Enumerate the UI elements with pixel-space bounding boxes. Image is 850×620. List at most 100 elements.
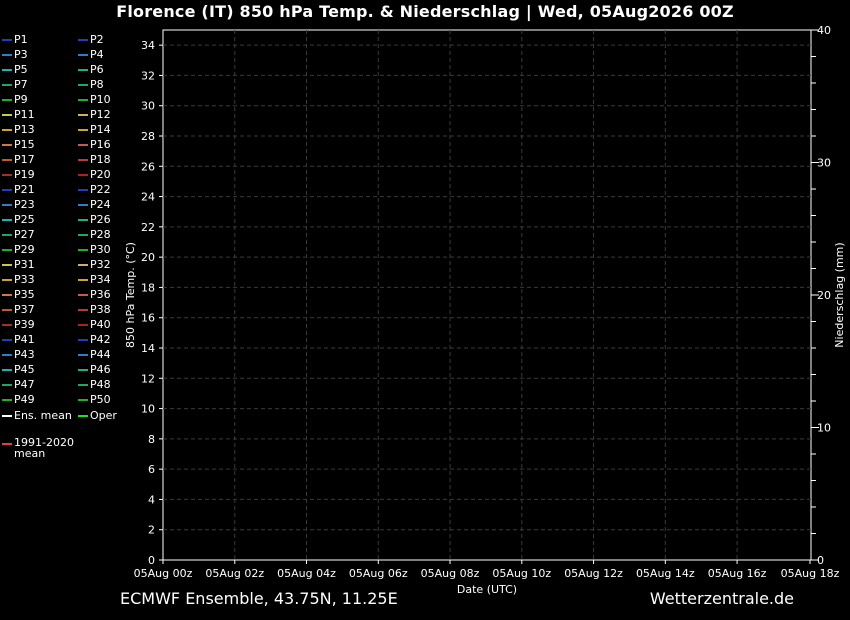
legend-swatch xyxy=(78,354,88,356)
legend-swatch xyxy=(78,249,88,251)
legend-swatch xyxy=(2,189,12,191)
legend-label: P18 xyxy=(90,153,111,166)
legend-swatch xyxy=(2,384,12,386)
y-axis-right: 0 10 20 30 40 xyxy=(811,24,831,567)
y-tick-label-left: 18 xyxy=(141,281,155,294)
y-tick-label-left: 24 xyxy=(141,191,155,204)
legend-swatch xyxy=(2,84,12,86)
legend-swatch xyxy=(2,309,12,311)
legend-item: P29 xyxy=(2,243,35,257)
legend-swatch xyxy=(2,174,12,176)
legend-item: P3 xyxy=(2,48,28,62)
legend-swatch xyxy=(2,204,12,206)
legend-label: P2 xyxy=(90,33,104,46)
legend-swatch xyxy=(2,159,12,161)
legend-item: P2 xyxy=(78,33,104,47)
legend-label: P44 xyxy=(90,348,111,361)
legend-swatch xyxy=(78,264,88,266)
legend-item: P34 xyxy=(78,273,111,287)
legend-item: P44 xyxy=(78,348,111,362)
y-tick-label-left: 12 xyxy=(141,372,155,385)
legend-item: P27 xyxy=(2,228,35,242)
y-tick-label-left: 2 xyxy=(148,524,155,537)
legend-item: P48 xyxy=(78,378,111,392)
legend-item: P25 xyxy=(2,213,35,227)
legend-label: P23 xyxy=(14,198,35,211)
y-tick-label-left: 26 xyxy=(141,160,155,173)
legend-swatch xyxy=(78,384,88,386)
legend-label: P50 xyxy=(90,393,111,406)
legend-item: P35 xyxy=(2,288,35,302)
legend-swatch xyxy=(2,443,12,445)
legend-swatch xyxy=(2,415,12,417)
legend-item: P13 xyxy=(2,123,35,137)
site-credit: Wetterzentrale.de xyxy=(649,589,794,608)
legend-label: P29 xyxy=(14,243,35,256)
y-tick-label-left: 14 xyxy=(141,342,155,355)
legend-label: Ens. mean xyxy=(14,409,72,422)
y-axis-right-label: Niederschlag (mm) xyxy=(833,242,846,347)
legend-item-climatology: 1991-2020 mean xyxy=(2,437,74,459)
legend-item: P43 xyxy=(2,348,35,362)
legend-swatch xyxy=(78,129,88,131)
legend-swatch xyxy=(2,144,12,146)
legend-swatch xyxy=(2,99,12,101)
legend-label: P16 xyxy=(90,138,111,151)
y-axis-left-label: 850 hPa Temp. (°C) xyxy=(124,242,137,348)
x-axis-label: Date (UTC) xyxy=(457,583,517,596)
legend-swatch xyxy=(78,219,88,221)
x-tick-label: 05Aug 14z xyxy=(636,567,695,580)
y-tick-label-left: 20 xyxy=(141,251,155,264)
legend-item: P26 xyxy=(78,213,111,227)
legend-label: P31 xyxy=(14,258,35,271)
x-tick-label: 05Aug 02z xyxy=(205,567,264,580)
legend-label: P33 xyxy=(14,273,35,286)
legend-label: P19 xyxy=(14,168,35,181)
legend-label: P26 xyxy=(90,213,111,226)
legend-swatch xyxy=(78,399,88,401)
legend-swatch xyxy=(2,324,12,326)
legend-label: P48 xyxy=(90,378,111,391)
legend-item: P17 xyxy=(2,153,35,167)
y-tick-label-right: 30 xyxy=(817,157,831,170)
y-tick-label-left: 8 xyxy=(148,433,155,446)
legend-item: Oper xyxy=(78,409,117,423)
legend-label: P22 xyxy=(90,183,111,196)
legend-label: P5 xyxy=(14,63,28,76)
legend-item: P33 xyxy=(2,273,35,287)
legend-label: Oper xyxy=(90,409,117,422)
y-tick-label-left: 32 xyxy=(141,69,155,82)
legend-label: P12 xyxy=(90,108,111,121)
legend-label: P17 xyxy=(14,153,35,166)
legend-item: P41 xyxy=(2,333,35,347)
legend-item: P14 xyxy=(78,123,111,137)
legend-item: P40 xyxy=(78,318,111,332)
legend-label: P32 xyxy=(90,258,111,271)
legend-label: P38 xyxy=(90,303,111,316)
legend-item: P49 xyxy=(2,393,35,407)
legend-swatch xyxy=(78,294,88,296)
legend-label: P45 xyxy=(14,363,35,376)
legend-item: P20 xyxy=(78,168,111,182)
legend-swatch xyxy=(2,114,12,116)
legend-swatch xyxy=(2,54,12,56)
legend-label: P46 xyxy=(90,363,111,376)
legend-item: P30 xyxy=(78,243,111,257)
legend-item: Ens. mean xyxy=(2,409,72,423)
legend-item: P31 xyxy=(2,258,35,272)
legend-swatch xyxy=(78,159,88,161)
legend-label: P7 xyxy=(14,78,28,91)
legend-swatch xyxy=(78,54,88,56)
legend-item: P45 xyxy=(2,363,35,377)
legend-swatch xyxy=(78,189,88,191)
y-tick-label-left: 0 xyxy=(148,554,155,567)
legend-item: P42 xyxy=(78,333,111,347)
y-tick-label-left: 30 xyxy=(141,100,155,113)
chart-canvas: 0246810121416182022242628303234 01020304… xyxy=(124,24,846,596)
legend-label: P49 xyxy=(14,393,35,406)
legend-item: P11 xyxy=(2,108,35,122)
legend-label: P41 xyxy=(14,333,35,346)
legend-swatch xyxy=(2,354,12,356)
legend-item: P22 xyxy=(78,183,111,197)
legend-swatch xyxy=(78,234,88,236)
